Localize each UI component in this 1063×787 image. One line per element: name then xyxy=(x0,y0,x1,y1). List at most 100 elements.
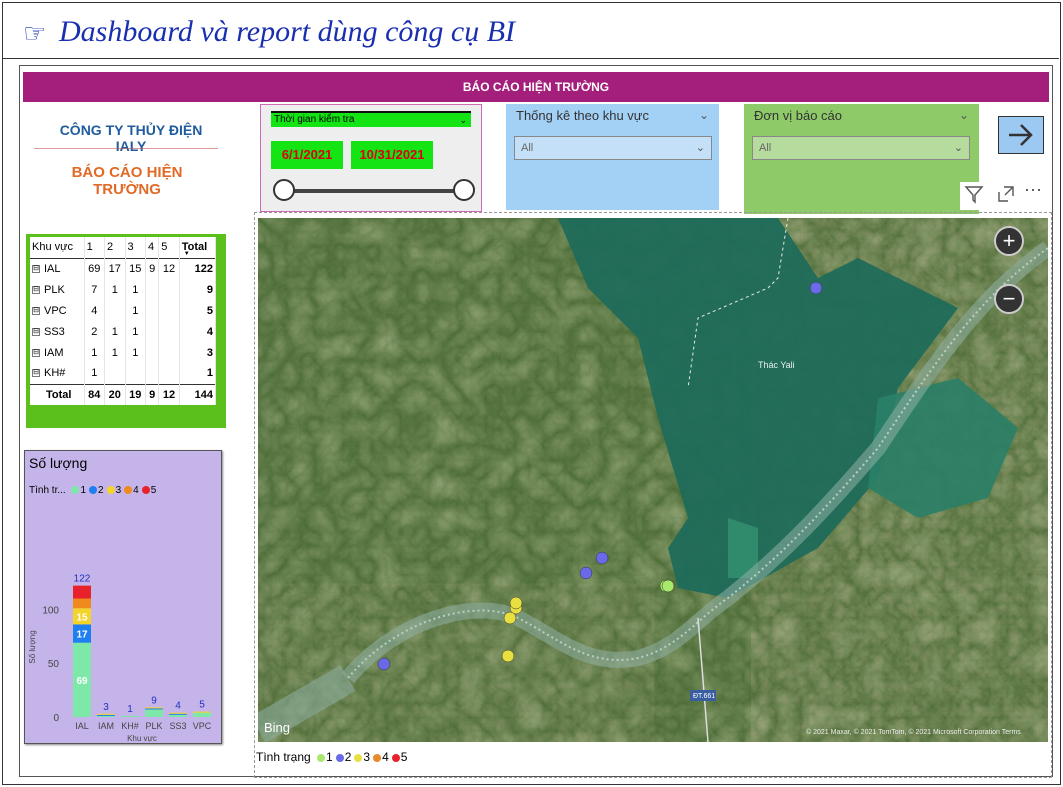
col-header-area[interactable]: Khu vực xyxy=(30,237,85,258)
table-row[interactable]: ⊟ VPC 4 1 5 xyxy=(30,300,217,321)
bing-logo: Bing xyxy=(264,720,290,735)
x-tick-label: IAL xyxy=(75,721,89,731)
matrix-cell xyxy=(158,342,180,363)
bar-segment xyxy=(145,708,163,710)
total-label: 3 xyxy=(103,702,109,713)
chevron-down-icon[interactable]: ⌄ xyxy=(959,108,969,122)
start-date-input[interactable]: 6/1/2021 xyxy=(271,141,343,169)
area-slicer: Thống kê theo khu vực ⌄ All ⌄ xyxy=(506,104,719,210)
matrix-cell xyxy=(158,300,180,321)
area-dropdown-value: All xyxy=(521,142,534,154)
row-header-label: SS3 xyxy=(44,325,65,338)
matrix-cell xyxy=(104,300,126,321)
start-range-handle[interactable] xyxy=(273,179,295,201)
col-header-3[interactable]: 3 xyxy=(125,237,147,258)
matrix-cell: 3 xyxy=(179,342,217,363)
map-point[interactable] xyxy=(377,657,391,671)
zoom-in-button[interactable]: + xyxy=(994,226,1024,256)
bar-segment xyxy=(97,714,115,716)
matrix-cell xyxy=(145,279,160,300)
collapse-icon[interactable]: ⊟ xyxy=(32,306,40,315)
legend-label[interactable]: 3 xyxy=(363,750,370,764)
legend-label[interactable]: 4 xyxy=(382,750,389,764)
legend-label[interactable]: 5 xyxy=(151,485,157,496)
chart-title: Số lượng xyxy=(29,455,88,471)
bar-segment xyxy=(73,598,91,609)
chevron-down-icon: ⌄ xyxy=(459,115,467,125)
legend-label[interactable]: 3 xyxy=(116,485,122,496)
table-row[interactable]: ⊟ IAL 69 17 15 9 12 122 xyxy=(30,258,217,279)
report-title: BÁO CÁO HIỆN TRƯỜNG xyxy=(71,164,183,198)
matrix-cell: 12 xyxy=(158,258,180,279)
legend-dot xyxy=(317,754,326,762)
end-range-handle[interactable] xyxy=(453,179,475,201)
legend-label[interactable]: 5 xyxy=(401,750,408,764)
table-row[interactable]: ⊟ SS3 2 1 1 4 xyxy=(30,321,217,342)
table-row[interactable]: ⊟ PLK 7 1 1 9 xyxy=(30,279,217,300)
legend-label[interactable]: 1 xyxy=(80,485,86,496)
map-point[interactable] xyxy=(509,596,523,610)
total-label: 4 xyxy=(175,701,181,712)
legend-label[interactable]: 1 xyxy=(326,750,333,764)
map-point[interactable] xyxy=(809,281,823,295)
matrix-visual: Khu vực 1 2 3 4 5 Total ▼ ⊟ IAL 69 17 15 9 12 12… xyxy=(26,234,226,428)
bar-segment xyxy=(97,713,115,715)
col-header-total[interactable]: Total ▼ xyxy=(179,237,217,258)
collapse-icon[interactable]: ⊟ xyxy=(32,348,40,357)
table-row[interactable]: ⊟ KH# 1 1 xyxy=(30,363,217,384)
col-header-4[interactable]: 4 xyxy=(145,237,160,258)
collapse-icon[interactable]: ⊟ xyxy=(32,327,40,336)
matrix-total-row: Total 84 20 19 9 12 144 xyxy=(30,383,217,405)
area-dropdown[interactable]: All ⌄ xyxy=(514,136,712,160)
matrix-cell: 1 xyxy=(84,342,106,363)
end-date-input[interactable]: 10/31/2021 xyxy=(351,141,433,169)
unit-dropdown-value: All xyxy=(759,142,772,154)
total-total: 144 xyxy=(179,383,217,405)
col-header-2[interactable]: 2 xyxy=(104,237,126,258)
map-point[interactable] xyxy=(501,649,515,663)
matrix-cell: 1 xyxy=(179,363,217,384)
unit-dropdown[interactable]: All ⌄ xyxy=(752,136,970,160)
bar-segment xyxy=(97,715,115,717)
map-visual[interactable]: Thác Yali ĐT.661 Bing © 2021 Maxar, © 20… xyxy=(258,218,1048,742)
map-point[interactable] xyxy=(579,566,593,580)
map-point[interactable] xyxy=(503,611,517,625)
matrix-cell: 1 xyxy=(125,342,147,363)
col-header-1[interactable]: 1 xyxy=(84,237,106,258)
matrix-cell: 17 xyxy=(104,258,126,279)
bar-segment xyxy=(121,715,139,717)
x-tick-label: VPC xyxy=(193,721,212,731)
matrix-cell: 5 xyxy=(179,300,217,321)
legend-label[interactable]: 4 xyxy=(133,485,139,496)
time-slicer: Thời gian kiểm tra ⌄ 6/1/2021 10/31/2021 xyxy=(260,104,482,212)
zoom-out-button[interactable]: − xyxy=(994,284,1024,314)
map-point[interactable] xyxy=(595,551,609,565)
total-label: 122 xyxy=(74,574,91,585)
focus-mode-icon[interactable] xyxy=(996,184,1016,209)
row-header: ⊟ IAM xyxy=(30,342,85,363)
filter-icon[interactable] xyxy=(964,184,984,209)
legend-label[interactable]: 2 xyxy=(98,485,104,496)
x-tick-label: KH# xyxy=(121,721,139,731)
legend-dot xyxy=(373,754,382,762)
divider xyxy=(34,148,218,149)
visual-header-toolbar: ⋯ xyxy=(960,180,1050,210)
col-header-5[interactable]: 5 xyxy=(158,237,180,258)
matrix-cell: 4 xyxy=(179,321,217,342)
map-point[interactable] xyxy=(661,579,675,593)
collapse-icon[interactable]: ⊟ xyxy=(32,264,40,273)
company-name: CÔNG TY THỦY ĐIỆN IALY xyxy=(59,122,203,154)
legend-label[interactable]: 2 xyxy=(345,750,352,764)
date-range-track xyxy=(285,189,465,193)
matrix-cell: 122 xyxy=(179,258,217,279)
more-options-button[interactable]: ⋯ xyxy=(1024,180,1042,201)
map-copyright[interactable]: © 2021 Maxar, © 2021 TomTom, © 2021 Micr… xyxy=(806,728,1021,736)
table-row[interactable]: ⊟ IAM 1 1 1 3 xyxy=(30,342,217,363)
collapse-icon[interactable]: ⊟ xyxy=(32,369,40,378)
chevron-down-icon[interactable]: ⌄ xyxy=(699,108,709,122)
matrix-cell: 1 xyxy=(104,321,126,342)
total-label: 1 xyxy=(127,704,133,715)
collapse-icon[interactable]: ⊟ xyxy=(32,285,40,294)
time-slicer-header[interactable]: Thời gian kiểm tra ⌄ xyxy=(271,111,471,127)
next-page-button[interactable] xyxy=(998,116,1044,154)
